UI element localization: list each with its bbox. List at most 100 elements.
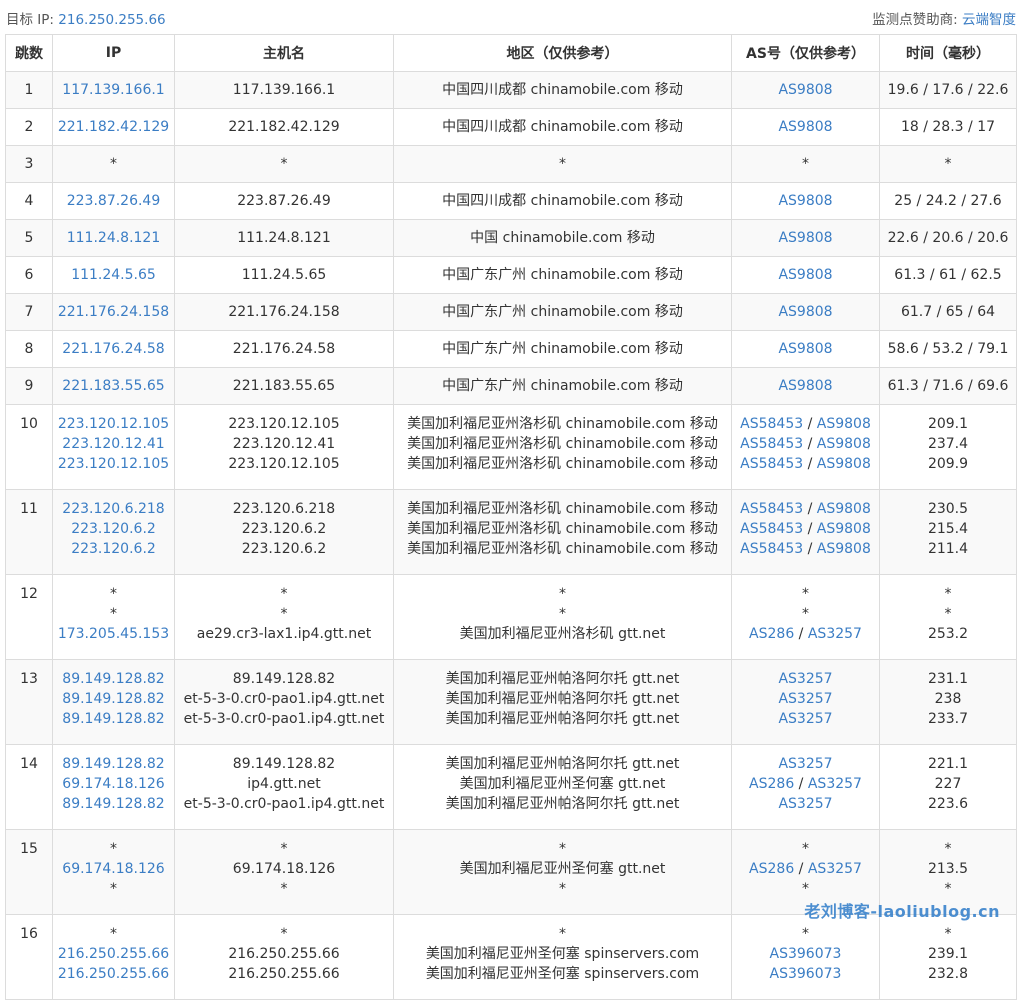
asn-line: * (802, 156, 809, 172)
ip-link[interactable]: 117.139.166.1 (62, 82, 164, 98)
ip-link[interactable]: 221.176.24.158 (58, 304, 169, 320)
hostname-line: 117.139.166.1 (232, 82, 336, 98)
hostname-line: 69.174.18.126 (232, 861, 336, 877)
time-line: * (944, 586, 952, 602)
ip-link[interactable]: 89.149.128.82 (62, 756, 164, 772)
asn-link[interactable]: AS9808 (817, 541, 871, 557)
ip-link[interactable]: 69.174.18.126 (62, 776, 164, 792)
asn-link[interactable]: AS9808 (778, 230, 832, 246)
col-header-asn: AS号（仅供参考） (731, 34, 880, 72)
ip-link[interactable]: 216.250.255.66 (58, 966, 169, 982)
asn-link[interactable]: AS3257 (778, 756, 832, 772)
asn-link[interactable]: AS9808 (817, 501, 871, 517)
asn-link[interactable]: AS9808 (778, 119, 832, 135)
asn-link[interactable]: AS3257 (778, 671, 832, 687)
region-cell: 中国广东广州 chinamobile.com 移动 (393, 256, 732, 294)
ip-link[interactable]: 111.24.5.65 (71, 267, 156, 283)
asn-link[interactable]: AS286 (749, 626, 794, 642)
ip-link[interactable]: 223.120.6.2 (71, 541, 156, 557)
asn-link[interactable]: AS9808 (817, 456, 871, 472)
ip-link[interactable]: 223.120.12.105 (58, 456, 169, 472)
ip-link[interactable]: 223.120.12.105 (58, 416, 169, 432)
asn-link[interactable]: AS9808 (817, 416, 871, 432)
asn-link[interactable]: AS58453 (740, 456, 803, 472)
asn-link[interactable]: AS286 (749, 776, 794, 792)
time-line: 19.6 / 17.6 / 22.6 (887, 82, 1009, 98)
asn-link[interactable]: AS3257 (778, 691, 832, 707)
asn-link[interactable]: AS3257 (808, 626, 862, 642)
ip-line: 221.176.24.158 (53, 302, 174, 322)
asn-link[interactable]: AS396073 (770, 966, 842, 982)
ip-link[interactable]: 221.176.24.58 (62, 341, 164, 357)
asn-link[interactable]: AS9808 (817, 436, 871, 452)
asn-cell: AS9808 (731, 71, 880, 109)
asn-link[interactable]: AS9808 (817, 521, 871, 537)
ip-cell: 221.176.24.58 (52, 330, 175, 368)
ip-line: 111.24.5.65 (53, 265, 174, 285)
table-row: 12 * * 173.205.45.153 * * ae29.cr3-lax1.ip4.gt… (5, 574, 1017, 660)
ip-link[interactable]: 223.87.26.49 (67, 193, 161, 209)
ip-link[interactable]: 89.149.128.82 (62, 796, 164, 812)
sponsor-link[interactable]: 云端智度 (962, 12, 1016, 28)
asn-link[interactable]: AS286 (749, 861, 794, 877)
asn-link[interactable]: AS396073 (770, 946, 842, 962)
hostname-cell: 221.182.42.129 (174, 108, 394, 146)
ip-line: 117.139.166.1 (53, 80, 174, 100)
asn-link[interactable]: AS9808 (778, 341, 832, 357)
table-row: 6 111.24.5.65 111.24.5.65 中国广东广州 chinamobil… (5, 256, 1017, 294)
ip-link[interactable]: 111.24.8.121 (67, 230, 161, 246)
asn-link[interactable]: AS3257 (778, 711, 832, 727)
ip-line: 89.149.128.82 (53, 709, 174, 729)
region-line: 美国加利福尼亚州洛杉矶 chinamobile.com 移动 (407, 436, 718, 452)
ip-link[interactable]: 223.120.6.2 (71, 521, 156, 537)
asn-link[interactable]: AS3257 (808, 776, 862, 792)
time-line: 233.7 (927, 711, 969, 727)
target-ip-link[interactable]: 216.250.255.66 (58, 12, 165, 28)
ip-link[interactable]: 221.183.55.65 (62, 378, 164, 394)
asn-link[interactable]: AS58453 (740, 541, 803, 557)
asn-line: AS9808 (732, 117, 879, 137)
asn-link[interactable]: AS9808 (778, 193, 832, 209)
asn-line: AS58453 / AS9808 (740, 456, 871, 472)
table-row: 5 111.24.8.121 111.24.8.121 中国 chinamobile.… (5, 219, 1017, 257)
ip-link[interactable]: 221.182.42.129 (58, 119, 169, 135)
asn-link[interactable]: AS9808 (778, 304, 832, 320)
ip-link[interactable]: 223.120.12.41 (62, 436, 164, 452)
ip-link[interactable]: 223.120.6.218 (62, 501, 164, 517)
ip-link[interactable]: 89.149.128.82 (62, 671, 164, 687)
hop-number: 4 (5, 182, 53, 220)
ip-line: 221.183.55.65 (53, 376, 174, 396)
ip-link[interactable]: 173.205.45.153 (58, 626, 169, 642)
asn-link[interactable]: AS58453 (740, 416, 803, 432)
ip-cell: 223.120.12.105 223.120.12.41 223.120.12.10… (52, 404, 175, 490)
ip-link[interactable]: 89.149.128.82 (62, 691, 164, 707)
asn-link[interactable]: AS9808 (778, 267, 832, 283)
ip-cell: * 216.250.255.66 216.250.255.66 (52, 914, 175, 1000)
region-cell: 中国四川成都 chinamobile.com 移动 (393, 108, 732, 146)
hostname-line: 111.24.5.65 (241, 267, 327, 283)
time-line: 58.6 / 53.2 / 79.1 (887, 341, 1009, 357)
asn-link[interactable]: AS58453 (740, 521, 803, 537)
col-header-region: 地区（仅供参考） (393, 34, 732, 72)
asn-line: * (802, 606, 809, 622)
asn-link[interactable]: AS3257 (808, 861, 862, 877)
asn-link[interactable]: AS58453 (740, 501, 803, 517)
hostname-line: 89.149.128.82 (232, 756, 336, 772)
time-cell: * 239.1 232.8 (879, 914, 1017, 1000)
ip-line: 223.120.6.218 (53, 499, 174, 519)
ip-link[interactable]: 216.250.255.66 (58, 946, 169, 962)
ip-line: 89.149.128.82 (53, 754, 174, 774)
asn-cell: AS58453 / AS9808 AS58453 / AS9808 AS58453 … (731, 404, 880, 490)
ip-link[interactable]: 89.149.128.82 (62, 711, 164, 727)
ip-link[interactable]: 69.174.18.126 (62, 861, 164, 877)
asn-link[interactable]: AS58453 (740, 436, 803, 452)
hostname-line: 216.250.255.66 (228, 966, 340, 982)
region-cell: 中国四川成都 chinamobile.com 移动 (393, 182, 732, 220)
table-row: 3 * * * * * (5, 145, 1017, 183)
asn-line: AS286 / AS3257 (749, 776, 862, 792)
asn-link[interactable]: AS9808 (778, 378, 832, 394)
asn-link[interactable]: AS9808 (778, 82, 832, 98)
asn-link[interactable]: AS3257 (778, 796, 832, 812)
ip-line: 173.205.45.153 (53, 624, 174, 644)
ip-cell: 223.87.26.49 (52, 182, 175, 220)
